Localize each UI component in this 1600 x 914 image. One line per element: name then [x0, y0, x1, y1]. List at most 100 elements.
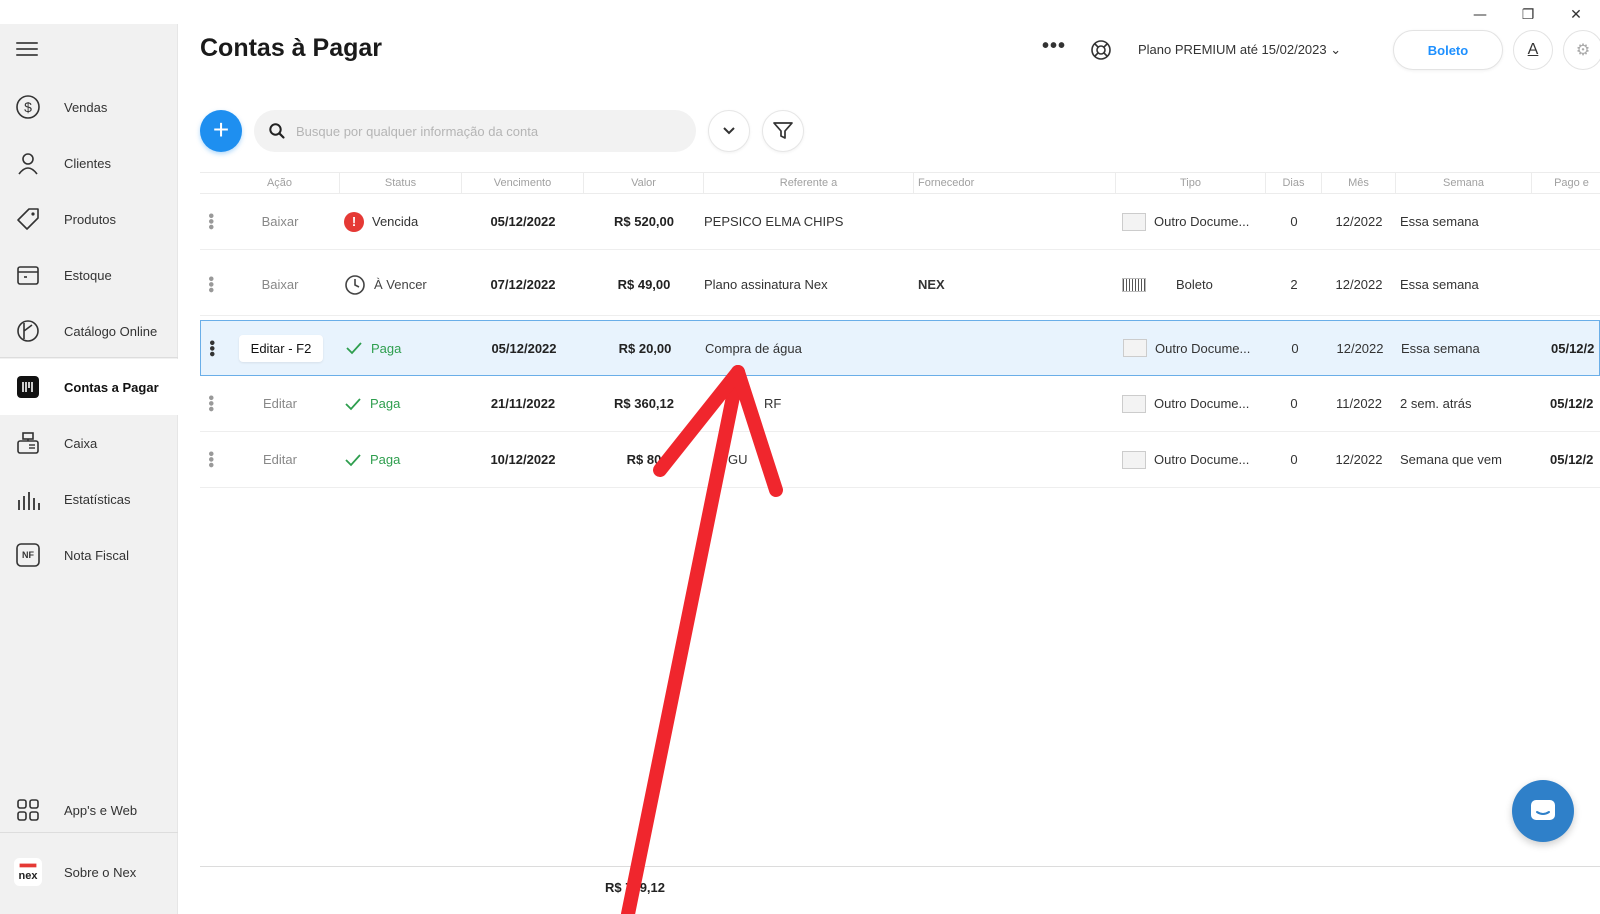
month-cell: 12/2022 — [1335, 452, 1383, 467]
status-cell: Paga — [345, 321, 467, 375]
row-menu-button[interactable]: ••• — [200, 254, 220, 315]
sidebar-item-cat-logo-online[interactable]: Catálogo Online — [0, 303, 178, 359]
row-menu-button[interactable]: ••• — [200, 432, 220, 487]
action-cell[interactable]: Editar — [220, 376, 340, 431]
due-date-cell: 05/12/2022 — [491, 340, 557, 356]
kebab-icon: ••• — [202, 451, 219, 468]
action-cell[interactable]: Baixar — [220, 254, 340, 315]
week-cell: Essa semana — [1401, 340, 1480, 356]
check-icon — [345, 397, 361, 410]
table-row[interactable]: ••• Baixar À Vencer 07/12/2022 R$ 49,00 Plano… — [200, 254, 1600, 316]
add-account-button[interactable]: + — [200, 110, 242, 152]
cash-register-icon — [14, 429, 42, 457]
sidebar-item-clientes[interactable]: Clientes — [0, 135, 178, 191]
footer-divider — [200, 866, 1600, 867]
sidebar-item-app-s-e-web[interactable]: App's e Web — [0, 782, 178, 838]
chat-support-button[interactable] — [1512, 780, 1574, 842]
column-header-dias[interactable]: Dias — [1266, 173, 1322, 193]
supplier-cell — [918, 376, 1120, 431]
sidebar-item-estoque[interactable]: Estoque — [0, 247, 178, 303]
column-header-a-o[interactable]: Ação — [220, 173, 340, 193]
filter-button[interactable] — [762, 110, 804, 152]
week-cell: Semana que vem — [1400, 452, 1502, 467]
sidebar-item-nota-fiscal[interactable]: NF Nota Fiscal — [0, 527, 178, 583]
column-header-valor[interactable]: Valor — [584, 173, 704, 193]
plan-selector[interactable]: Plano PREMIUM até 15/02/2023 ⌄ — [1138, 42, 1341, 58]
status-label: Paga — [370, 452, 401, 467]
more-options-button[interactable]: ••• — [1042, 35, 1066, 58]
table-row[interactable]: ••• Editar - F2 Paga 05/12/2022 R$ 20,00 Comp… — [200, 320, 1600, 376]
menu-icon[interactable] — [16, 42, 38, 60]
days-cell: 0 — [1290, 396, 1298, 411]
action-link[interactable]: Baixar — [262, 214, 299, 229]
column-header-status[interactable]: Status — [340, 173, 462, 193]
page-title: Contas à Pagar — [200, 34, 383, 62]
sidebar-item-label: Estatísticas — [64, 491, 131, 507]
status-cell: ! Vencida — [344, 194, 466, 249]
action-link[interactable]: Editar — [263, 396, 297, 411]
status-cell: Paga — [344, 376, 466, 431]
row-menu-button[interactable]: ••• — [200, 194, 220, 249]
sidebar-item-label: Contas a Pagar — [64, 379, 159, 395]
nex-logo-text: nex — [18, 870, 38, 882]
table-row[interactable]: ••• Editar Paga 21/11/2022 R$ 360,12 RF Outro … — [200, 376, 1600, 432]
type-label: Outro Docume... — [1154, 214, 1250, 229]
font-size-button[interactable]: A — [1513, 30, 1553, 70]
column-header-m-s[interactable]: Mês — [1322, 173, 1396, 193]
minimize-button[interactable]: — — [1456, 4, 1504, 26]
column-header-fornecedor[interactable]: Fornecedor — [914, 173, 1116, 193]
action-cell[interactable]: Editar - F2 — [221, 321, 341, 375]
tag-icon — [14, 205, 42, 233]
sidebar-item-vendas[interactable]: $ Vendas — [0, 79, 178, 135]
edit-f2-button[interactable]: Editar - F2 — [238, 334, 324, 362]
restore-button[interactable]: ❐ — [1504, 4, 1552, 26]
status-badge: Paga — [344, 452, 400, 467]
sidebar-item-produtos[interactable]: Produtos — [0, 191, 178, 247]
days-cell: 0 — [1291, 340, 1299, 356]
document-icon — [1122, 394, 1146, 413]
action-cell[interactable]: Editar — [220, 432, 340, 487]
supplier-cell — [918, 194, 1120, 249]
search-bar — [254, 110, 696, 152]
sidebar-item-contas-a-pagar[interactable]: Contas a Pagar — [0, 359, 178, 415]
action-link[interactable]: Baixar — [262, 277, 299, 292]
sidebar-item-label: Clientes — [64, 155, 111, 171]
document-icon — [1122, 212, 1146, 231]
boleto-button[interactable]: Boleto — [1393, 30, 1503, 70]
column-header-tipo[interactable]: Tipo — [1116, 173, 1266, 193]
expand-search-button[interactable] — [708, 110, 750, 152]
action-link[interactable]: Editar — [263, 452, 297, 467]
bills-icon — [14, 373, 42, 401]
status-label: Paga — [371, 340, 402, 356]
row-menu-button[interactable]: ••• — [201, 321, 221, 375]
close-button[interactable]: ✕ — [1552, 4, 1600, 26]
reference-cell: Compra de água — [705, 340, 802, 356]
settings-gear-icon[interactable]: ⚙ — [1563, 30, 1600, 70]
clock-icon — [345, 274, 365, 295]
row-menu-button[interactable]: ••• — [200, 376, 220, 431]
sidebar: $ Vendas Clientes Produtos Estoque Catálogo O… — [0, 24, 178, 914]
sidebar-item-sobre-o-nex[interactable]: nex Sobre o Nex — [0, 844, 178, 900]
help-lifebuoy-icon[interactable] — [1090, 39, 1112, 61]
sidebar-item-caixa[interactable]: Caixa — [0, 415, 178, 471]
chat-icon — [1531, 800, 1555, 820]
sidebar-item-label: Produtos — [64, 211, 117, 227]
column-header-semana[interactable]: Semana — [1396, 173, 1532, 193]
reference-cell: PEPSICO ELMA CHIPS — [704, 214, 844, 229]
column-header-pago-e[interactable]: Pago e — [1532, 173, 1600, 193]
table-row[interactable]: ••• Editar Paga 10/12/2022 R$ 80 GU Outro Docu… — [200, 432, 1600, 488]
days-cell: 0 — [1290, 452, 1298, 467]
search-input[interactable] — [296, 123, 676, 139]
reference-cell: GU — [728, 452, 748, 467]
column-header-referente-a[interactable]: Referente a — [704, 173, 914, 193]
action-cell[interactable]: Baixar — [220, 194, 340, 249]
sidebar-item-label: Sobre o Nex — [64, 864, 137, 880]
document-icon — [1123, 339, 1147, 357]
column-header-vencimento[interactable]: Vencimento — [462, 173, 584, 193]
amount-cell: R$ 80 — [626, 452, 662, 467]
sidebar-item-label: Caixa — [64, 435, 98, 451]
table-row[interactable]: ••• Baixar! Vencida 05/12/2022 R$ 520,00 PEPS… — [200, 194, 1600, 250]
status-badge: Paga — [345, 341, 401, 356]
sidebar-item-estat-sticas[interactable]: Estatísticas — [0, 471, 178, 527]
amount-cell: R$ 520,00 — [614, 214, 674, 229]
